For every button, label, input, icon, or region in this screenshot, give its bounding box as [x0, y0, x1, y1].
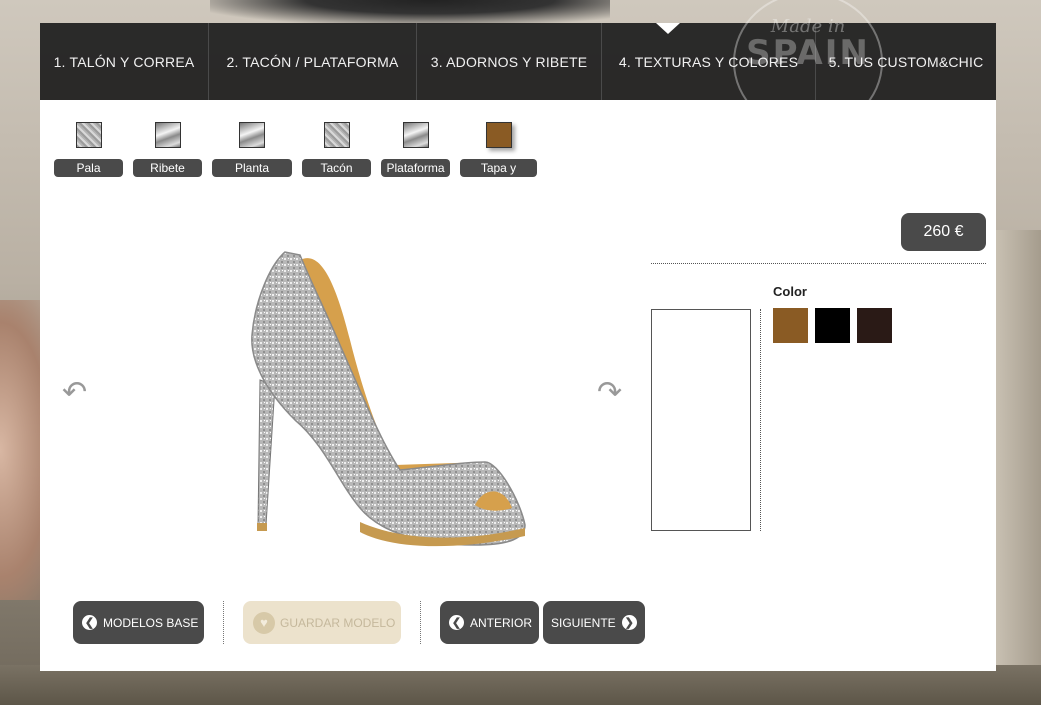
part-pala[interactable]: Pala — [54, 122, 123, 177]
part-label: Pala — [54, 159, 123, 177]
color-swatch-dark-brown[interactable] — [857, 308, 892, 343]
part-label: Plataforma — [381, 159, 450, 177]
part-texture-thumb — [485, 122, 512, 148]
shoe-preview — [251, 251, 526, 547]
part-planta-interior[interactable]: Planta Interior — [212, 122, 292, 193]
save-model-button[interactable]: ♥ GUARDAR MODELO — [243, 601, 401, 644]
part-plataforma[interactable]: Plataforma — [381, 122, 450, 177]
next-button[interactable]: SIGUIENTE ❯ — [543, 601, 645, 644]
chevron-left-icon: ❮ — [82, 615, 97, 630]
nav-step-summary[interactable]: 5. TUS CUSTOM&CHIC — [816, 23, 996, 100]
active-step-indicator — [656, 23, 680, 34]
part-tapa-y-canto[interactable]: Tapa y Canto — [460, 122, 537, 193]
divider — [420, 601, 421, 644]
part-texture-thumb — [402, 122, 429, 148]
part-label: Tacón — [302, 159, 371, 177]
nav-step-textures-colors[interactable]: 4. TEXTURAS Y COLORES — [602, 23, 816, 100]
color-swatch-row — [773, 308, 899, 343]
base-models-button[interactable]: ❮ MODELOS BASE — [73, 601, 204, 644]
part-texture-thumb — [154, 122, 181, 148]
divider — [651, 263, 986, 264]
part-ribete[interactable]: Ribete — [133, 122, 202, 177]
customizer-panel: Pala Ribete Planta Interior Tacón Plataf… — [40, 100, 996, 671]
divider — [223, 601, 224, 644]
chevron-left-icon: ❮ — [449, 615, 464, 630]
next-label: SIGUIENTE — [551, 615, 616, 630]
heart-icon: ♥ — [253, 611, 275, 634]
part-tacon[interactable]: Tacón — [302, 122, 371, 177]
part-texture-thumb — [239, 122, 265, 148]
part-label: Planta Interior — [212, 159, 292, 193]
nav-step-heel-platform[interactable]: 2. TACÓN / PLATAFORMA — [209, 23, 417, 100]
part-texture-thumb — [75, 122, 102, 148]
previous-label: ANTERIOR — [470, 615, 533, 630]
part-texture-thumb — [323, 122, 350, 148]
chevron-right-icon: ❯ — [621, 615, 637, 630]
base-models-label: MODELOS BASE — [103, 615, 199, 630]
part-label: Ribete — [133, 159, 202, 177]
price-badge: 260 € — [901, 213, 986, 251]
color-swatch-brown[interactable] — [773, 308, 808, 343]
rotate-left-icon[interactable]: ↶ — [62, 375, 87, 411]
background-figure — [210, 0, 610, 24]
background-floor — [0, 665, 1041, 705]
nav-step-heel-strap[interactable]: 1. TALÓN Y CORREA — [40, 23, 209, 100]
save-model-label: GUARDAR MODELO — [280, 615, 396, 630]
rotate-right-icon[interactable]: ↷ — [597, 375, 622, 411]
step-navigation: 1. TALÓN Y CORREA 2. TACÓN / PLATAFORMA … — [40, 23, 996, 100]
previous-button[interactable]: ❮ ANTERIOR — [440, 601, 539, 644]
part-selector: Pala Ribete Planta Interior Tacón Plataf… — [54, 122, 547, 193]
nav-step-trims[interactable]: 3. ADORNOS Y RIBETE — [417, 23, 602, 100]
divider — [760, 309, 761, 531]
color-section-label: Color — [773, 284, 807, 299]
background-sofa — [995, 230, 1041, 670]
texture-preview-box — [651, 309, 751, 531]
part-label: Tapa y Canto — [460, 159, 537, 193]
color-swatch-black[interactable] — [815, 308, 850, 343]
